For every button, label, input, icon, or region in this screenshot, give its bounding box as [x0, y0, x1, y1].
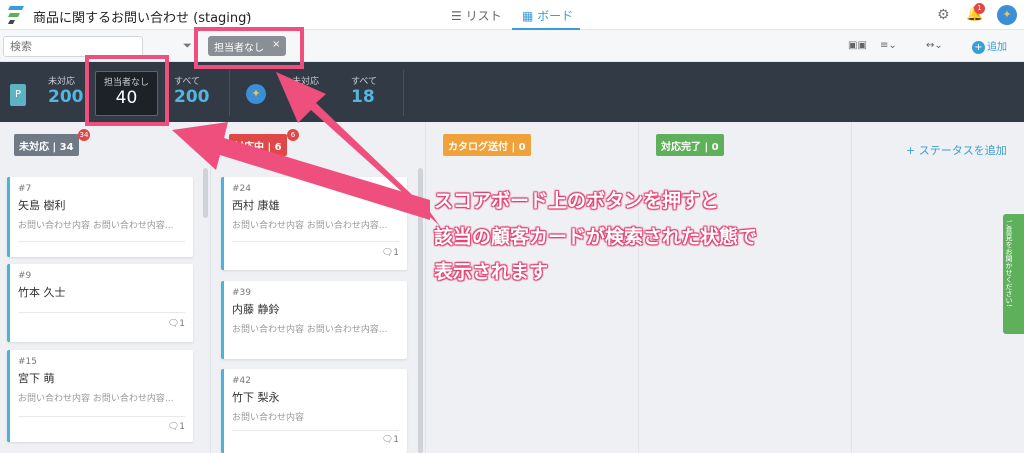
annotation-line-3: 表示されます	[434, 261, 549, 283]
arrow-to-chip	[276, 72, 440, 226]
annotation-line-1: スコアボード上のボタンを押すと	[434, 190, 720, 212]
annotation-line-2: 該当の顧客カードが検索された状態で	[434, 226, 758, 248]
arrow-to-score	[172, 122, 430, 220]
